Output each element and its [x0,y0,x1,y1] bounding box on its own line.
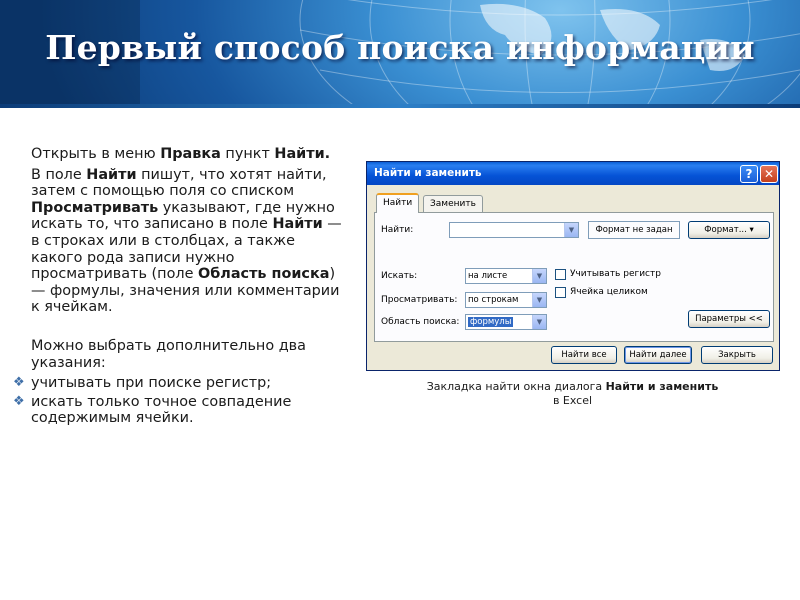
paragraph-open-menu: Открыть в меню Правка пункт Найти. [31,146,331,162]
paragraph-options: Можно выбрать дополнительно два указания… [31,337,306,371]
dialog-caption: Закладка найти окна диалога Найти и заме… [426,380,719,407]
within-label: Искать: [381,271,418,281]
format-status-button[interactable]: Формат не задан [588,221,680,239]
header-banner: Первый способ поиска информации [0,0,800,108]
close-button[interactable]: Закрыть [701,346,773,364]
lookin-select[interactable]: формулы ▼ [465,314,547,330]
tab-find[interactable]: Найти [376,193,420,213]
chevron-down-icon: ▾ [749,225,754,235]
description-text: Открыть в меню Правка пункт Найти. В пол… [13,146,347,429]
close-icon[interactable]: ✕ [760,165,778,183]
match-case-checkbox[interactable] [555,269,566,280]
match-entire-checkbox[interactable] [555,287,566,298]
tab-replace[interactable]: Заменить [423,195,483,213]
options-list: ❖ учитывать при поиске регистр; ❖ искать… [9,375,347,427]
page-title: Первый способ поиска информации [45,28,755,67]
help-button[interactable]: ? [740,165,758,183]
diamond-bullet-icon: ❖ [13,375,25,391]
find-tab-panel: Найти: ▼ Формат не задан Формат... ▾ Иск… [374,212,774,342]
options-button[interactable]: Параметры << [688,310,770,328]
find-all-button[interactable]: Найти все [551,346,617,364]
find-replace-dialog: Найти и заменить ? ✕ Найти Заменить Найт… [366,161,780,371]
find-label: Найти: [381,225,414,235]
within-select[interactable]: на листе ▼ [465,268,547,284]
list-item: ❖ искать только точное совпадение содерж… [13,393,292,427]
paragraph-find-field: В поле Найти пишут, что хотят найти, зат… [31,166,342,316]
search-label: Просматривать: [381,295,458,305]
search-select[interactable]: по строкам ▼ [465,292,547,308]
banner-divider [0,104,800,108]
find-next-button[interactable]: Найти далее [624,346,692,364]
chevron-down-icon[interactable]: ▼ [532,293,546,307]
match-entire-label: Ячейка целиком [570,287,648,297]
dialog-title: Найти и заменить [374,167,482,179]
chevron-down-icon[interactable]: ▼ [564,223,578,237]
lookin-label: Область поиска: [381,317,460,327]
dialog-titlebar[interactable]: Найти и заменить ? ✕ [367,162,779,185]
chevron-down-icon[interactable]: ▼ [532,315,546,329]
diamond-bullet-icon: ❖ [13,393,25,409]
find-input[interactable]: ▼ [449,222,579,238]
format-button[interactable]: Формат... ▾ [688,221,770,239]
match-case-label: Учитывать регистр [570,269,661,279]
list-item: ❖ учитывать при поиске регистр; [13,375,272,392]
chevron-down-icon[interactable]: ▼ [532,269,546,283]
